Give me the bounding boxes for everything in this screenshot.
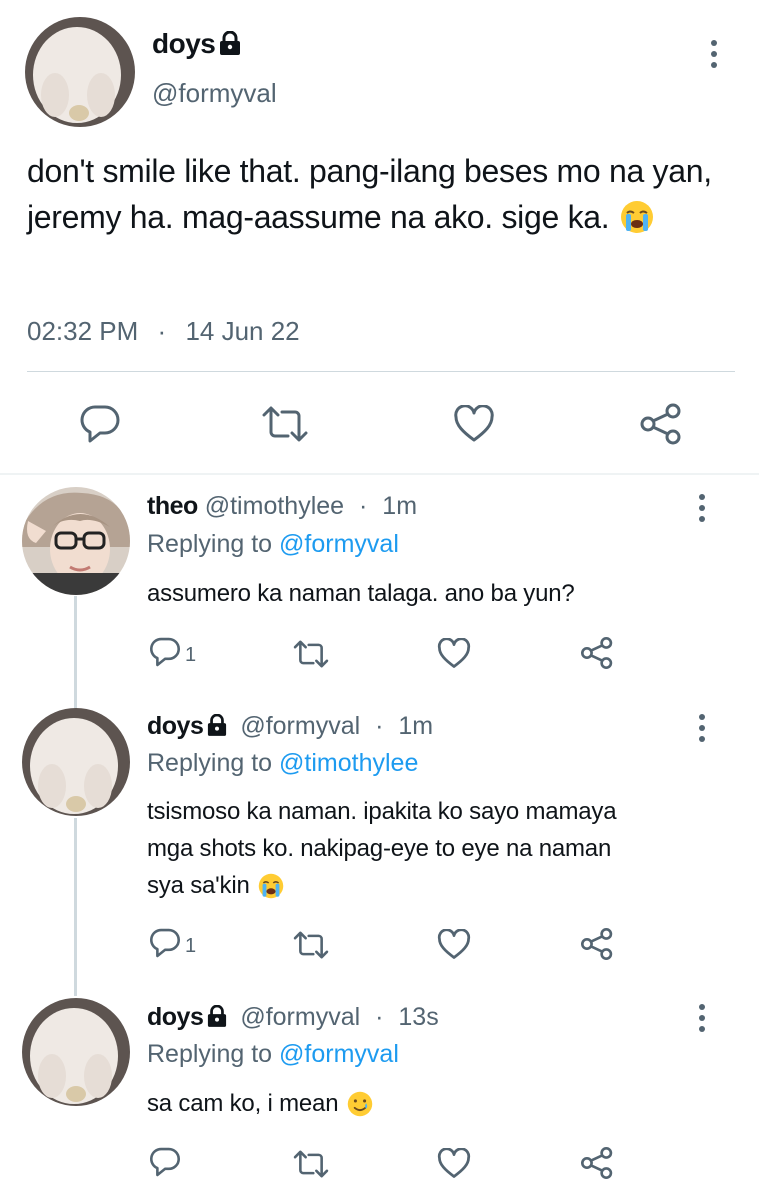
reply-handle[interactable]: @formyval — [240, 712, 360, 740]
retweet-icon[interactable] — [292, 931, 330, 959]
section-divider — [0, 473, 759, 475]
reply-header: doys @formyval · 13s — [147, 1003, 439, 1034]
reply-text: sa cam ko, i mean — [147, 1085, 373, 1128]
tweet-date[interactable]: 14 Jun 22 — [185, 316, 299, 346]
loudly-crying-face-emoji — [620, 200, 654, 246]
reply-count: 1 — [185, 934, 197, 957]
main-tweet-avatar[interactable] — [25, 17, 135, 127]
reply-text-line: mga shots ko. nakipag-eye to eye na nama… — [147, 835, 612, 862]
reply-icon[interactable] — [149, 1146, 185, 1178]
lock-icon — [219, 30, 241, 62]
loudly-crying-face-emoji — [258, 873, 284, 910]
main-display-name[interactable]: doys — [152, 28, 241, 62]
retweet-icon[interactable] — [292, 1150, 330, 1178]
reply-age[interactable]: 13s — [398, 1003, 438, 1031]
reply-handle[interactable]: @formyval — [240, 1003, 360, 1031]
lock-icon — [207, 713, 227, 743]
like-icon[interactable] — [437, 929, 471, 960]
reply-header: doys @formyval · 1m — [147, 712, 433, 743]
replying-to-link[interactable]: @timothylee — [279, 749, 418, 777]
more-icon[interactable] — [711, 40, 717, 68]
reply-icon[interactable]: 1 — [149, 636, 196, 668]
reply-header: theo @timothylee · 1m — [147, 492, 417, 521]
more-icon[interactable] — [699, 1004, 705, 1032]
main-handle[interactable]: @formyval — [152, 78, 277, 109]
main-tweet-text: don't smile like that. pang-ilang beses … — [27, 148, 717, 246]
replying-to-label: Replying to — [147, 530, 273, 558]
reply-icon[interactable]: 1 — [149, 927, 196, 959]
main-tweet-body: don't smile like that. pang-ilang beses … — [27, 153, 712, 235]
reply-display-name[interactable]: doys — [147, 712, 204, 740]
more-icon[interactable] — [699, 494, 705, 522]
meta-separator: · — [375, 1003, 384, 1031]
meta-separator: · — [157, 316, 167, 346]
replying-to-label: Replying to — [147, 1040, 273, 1068]
replying-to-label: Replying to — [147, 749, 273, 777]
reply-text-line: sya sa'kin — [147, 867, 727, 910]
replying-to-link[interactable]: @formyval — [279, 530, 399, 558]
reply-icon[interactable] — [79, 404, 121, 444]
reply-text-line: tsismoso ka naman. ipakita ko sayo mamay… — [147, 798, 617, 825]
reply-handle[interactable]: @timothylee — [205, 492, 344, 520]
reply-display-name[interactable]: doys — [147, 1003, 204, 1031]
replying-to-line: Replying to @formyval — [147, 1040, 399, 1069]
reply-text: assumero ka naman talaga. ano ba yun? — [147, 580, 575, 607]
replying-to-link[interactable]: @formyval — [279, 1040, 399, 1068]
share-icon[interactable] — [639, 402, 683, 446]
more-icon[interactable] — [699, 714, 705, 742]
meta-separator: · — [375, 712, 384, 740]
reply-display-name[interactable]: theo — [147, 492, 198, 520]
reply-avatar[interactable] — [22, 487, 130, 595]
reply-avatar[interactable] — [22, 708, 130, 816]
share-icon[interactable] — [580, 1146, 614, 1180]
like-icon[interactable] — [437, 638, 471, 669]
meta-separator: · — [359, 492, 368, 520]
reply-text: tsismoso ka naman. ipakita ko sayo mamay… — [147, 793, 727, 910]
reply-count: 1 — [185, 643, 197, 666]
like-icon[interactable] — [453, 405, 495, 443]
like-icon[interactable] — [437, 1148, 471, 1179]
replying-to-line: Replying to @timothylee — [147, 749, 418, 778]
retweet-icon[interactable] — [260, 406, 310, 442]
reply-avatar[interactable] — [22, 998, 130, 1106]
reply-age[interactable]: 1m — [382, 492, 417, 520]
thread-line — [74, 596, 77, 710]
share-icon[interactable] — [580, 927, 614, 961]
reply-text-line-text: sya sa'kin — [147, 872, 250, 899]
display-name-text[interactable]: doys — [152, 28, 216, 59]
smiling-face-with-tear-emoji — [347, 1091, 373, 1128]
reply-text-body: sa cam ko, i mean — [147, 1090, 339, 1117]
tweet-time[interactable]: 02:32 PM — [27, 316, 138, 346]
reply-age[interactable]: 1m — [398, 712, 433, 740]
retweet-icon[interactable] — [292, 640, 330, 668]
replying-to-line: Replying to @formyval — [147, 530, 399, 559]
main-tweet-divider — [27, 371, 735, 372]
share-icon[interactable] — [580, 636, 614, 670]
thread-line — [74, 818, 77, 996]
main-tweet-meta: 02:32 PM · 14 Jun 22 — [27, 316, 300, 347]
lock-icon — [207, 1004, 227, 1034]
